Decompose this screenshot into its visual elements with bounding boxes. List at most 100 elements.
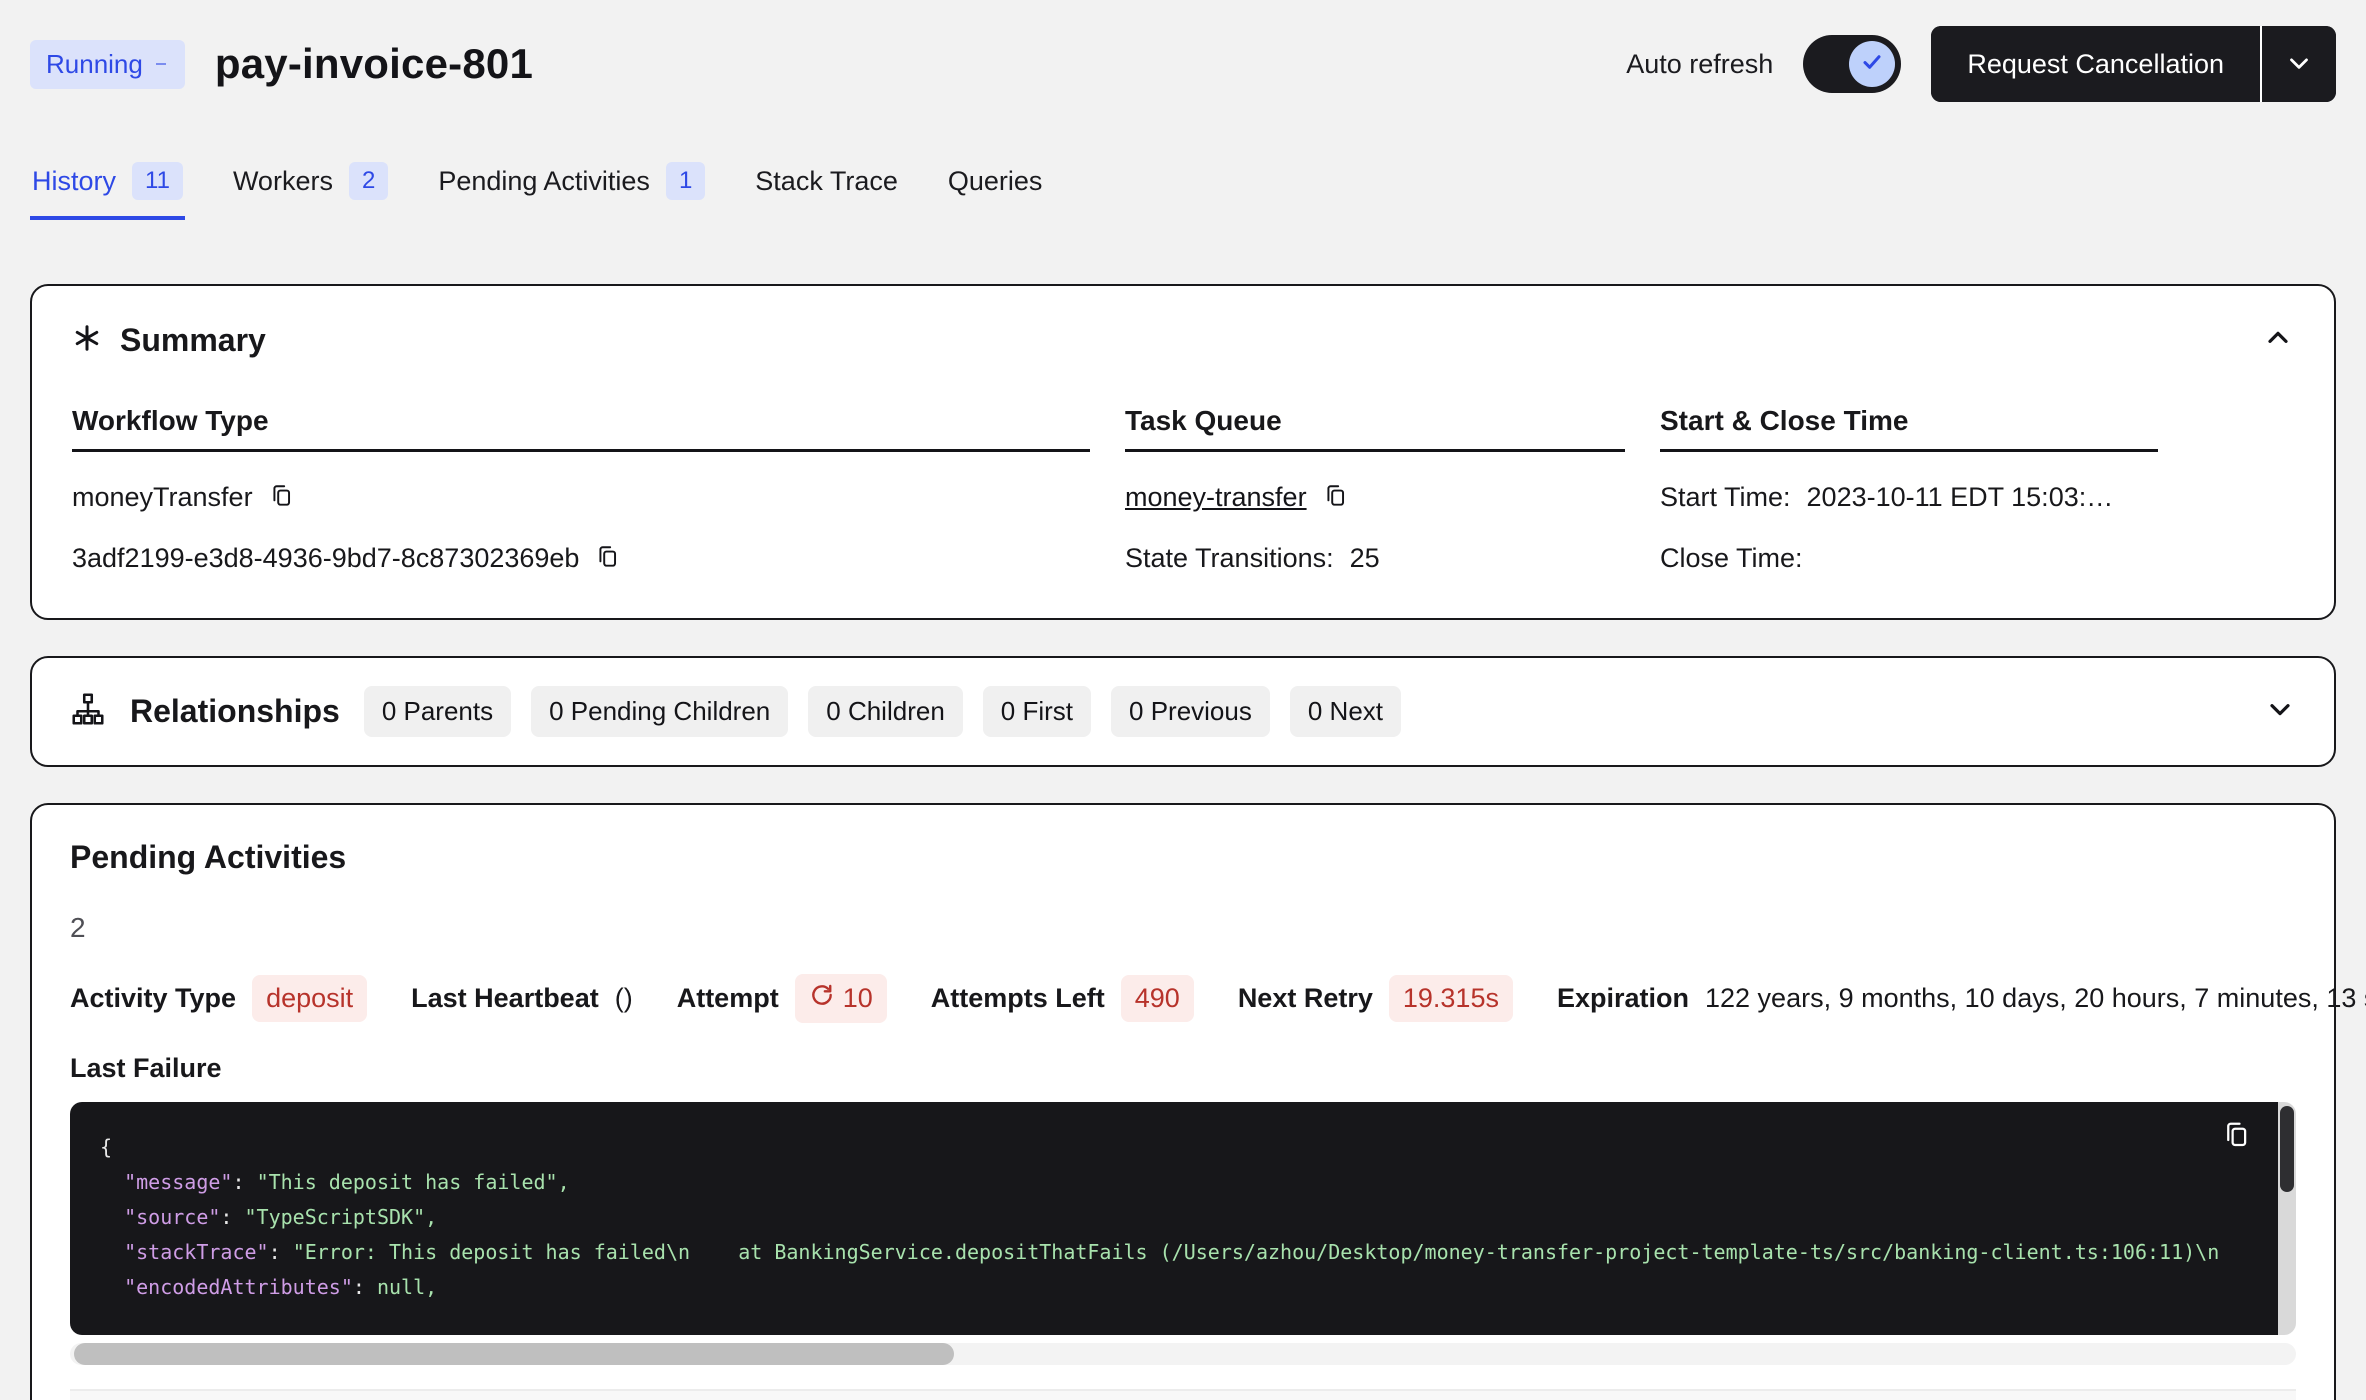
last-failure-code-block: { "message": "This deposit has failed", … (70, 1102, 2278, 1335)
json-value: "TypeScriptSDK", (245, 1205, 438, 1229)
workflow-type-row: moneyTransfer (72, 482, 1090, 513)
expiration-label: Expiration (1557, 983, 1689, 1014)
activity-type-badge: deposit (252, 975, 367, 1022)
pending-activity-fields: Activity Type deposit Last Heartbeat () … (70, 974, 2296, 1023)
copy-icon (2222, 1138, 2252, 1153)
close-time-row: Close Time: (1660, 543, 2158, 574)
status-caret-icon (153, 56, 169, 72)
run-id-row: 3adf2199-e3d8-4936-9bd7-8c87302369eb (72, 543, 1090, 574)
activity-type-label: Activity Type (70, 983, 236, 1014)
start-time-value: 2023-10-11 EDT 15:03:… (1807, 482, 2114, 513)
tab-count-badge: 2 (349, 162, 388, 200)
summary-columns: Workflow Type moneyTransfer 3adf2199-e3d… (72, 405, 2294, 574)
tab-label: Stack Trace (755, 166, 898, 197)
json-key: "encodedAttributes" (124, 1275, 353, 1299)
auto-refresh-label: Auto refresh (1626, 49, 1773, 80)
tab-label: History (32, 166, 116, 197)
json-code: { "message": "This deposit has failed", … (100, 1130, 2248, 1305)
next-retry-field: Next Retry 19.315s (1238, 975, 1513, 1022)
workflow-type-column: Workflow Type moneyTransfer 3adf2199-e3d… (72, 405, 1090, 574)
tab-queries[interactable]: Queries (946, 158, 1045, 220)
pending-children-badge: 0 Pending Children (531, 686, 788, 737)
json-value: "This deposit has failed", (257, 1170, 570, 1194)
request-cancellation-button[interactable]: Request Cancellation (1931, 26, 2260, 102)
summary-title: Summary (120, 322, 266, 359)
expand-relationships-button[interactable] (2264, 693, 2296, 730)
asterisk-icon (72, 323, 102, 358)
run-id-value: 3adf2199-e3d8-4936-9bd7-8c87302369eb (72, 543, 579, 574)
json-key: "message" (124, 1170, 232, 1194)
task-queue-column: Task Queue money-transfer State Transiti… (1125, 405, 1625, 574)
copy-workflow-type-button[interactable] (269, 483, 295, 512)
first-badge: 0 First (983, 686, 1091, 737)
cancellation-menu-button[interactable] (2260, 26, 2336, 102)
workflow-type-header: Workflow Type (72, 405, 1090, 452)
code-vertical-scrollbar-thumb[interactable] (2280, 1106, 2294, 1192)
json-value: null, (377, 1275, 437, 1299)
tab-label: Queries (948, 166, 1043, 197)
tab-count-badge: 11 (132, 162, 183, 200)
parents-badge: 0 Parents (364, 686, 511, 737)
copy-run-id-button[interactable] (595, 544, 621, 573)
summary-header: Summary (72, 322, 2294, 359)
workflow-detail-page: Running pay-invoice-801 Auto refresh Req… (0, 0, 2366, 1400)
check-icon (1858, 48, 1886, 81)
request-cancellation-split-button: Request Cancellation (1931, 26, 2336, 102)
collapse-summary-button[interactable] (2262, 322, 2294, 359)
auto-refresh-toggle[interactable] (1803, 35, 1901, 93)
tab-label: Workers (233, 166, 333, 197)
chevron-up-icon (2262, 322, 2294, 359)
toggle-knob (1849, 41, 1895, 87)
attempt-value: 10 (843, 983, 873, 1014)
expiration-value: 122 years, 9 months, 10 days, 20 hours, … (1705, 983, 2366, 1014)
tab-count-badge: 1 (666, 162, 705, 200)
copy-task-queue-button[interactable] (1323, 483, 1349, 512)
state-transitions-row: State Transitions: 25 (1125, 543, 1625, 574)
start-close-time-header: Start & Close Time (1660, 405, 2158, 452)
last-failure-code-wrap: { "message": "This deposit has failed", … (70, 1102, 2296, 1335)
topbar: Running pay-invoice-801 Auto refresh Req… (30, 26, 2336, 102)
relationships-title: Relationships (130, 693, 340, 730)
state-transitions-value: 25 (1350, 543, 1380, 574)
close-time-label: Close Time: (1660, 543, 1803, 574)
copy-icon (595, 544, 621, 573)
tab-label: Pending Activities (438, 166, 650, 197)
attempts-left-label: Attempts Left (931, 983, 1105, 1014)
previous-badge: 0 Previous (1111, 686, 1270, 737)
last-failure-label: Last Failure (70, 1053, 2296, 1084)
attempt-badge: 10 (795, 974, 887, 1023)
start-time-row: Start Time: 2023-10-11 EDT 15:03:… (1660, 482, 2158, 513)
json-key: "source" (124, 1205, 220, 1229)
workflow-type-value: moneyTransfer (72, 482, 253, 513)
pending-activities-count: 2 (70, 912, 2296, 944)
expiration-field: Expiration 122 years, 9 months, 10 days,… (1557, 983, 2366, 1014)
attempts-left-field: Attempts Left 490 (931, 975, 1194, 1022)
tab-workers[interactable]: Workers 2 (231, 158, 390, 220)
activity-type-field: Activity Type deposit (70, 975, 367, 1022)
attempt-field: Attempt 10 (677, 974, 887, 1023)
last-heartbeat-field: Last Heartbeat () (411, 983, 633, 1014)
attempt-label: Attempt (677, 983, 779, 1014)
json-value: "Error: This deposit has failed\n at Ban… (293, 1240, 2220, 1264)
activities-divider-strip (70, 1389, 2296, 1400)
tab-history[interactable]: History 11 (30, 158, 185, 220)
code-horizontal-scrollbar[interactable] (70, 1343, 2296, 1365)
copy-icon (1323, 483, 1349, 512)
tab-stack-trace[interactable]: Stack Trace (753, 158, 900, 220)
status-label: Running (46, 49, 143, 80)
code-vertical-scrollbar[interactable] (2278, 1102, 2296, 1335)
start-close-time-column: Start & Close Time Start Time: 2023-10-1… (1660, 405, 2158, 574)
workflow-tabs: History 11 Workers 2 Pending Activities … (30, 158, 2336, 220)
next-retry-label: Next Retry (1238, 983, 1373, 1014)
pending-activities-title: Pending Activities (70, 839, 2296, 876)
tab-pending-activities[interactable]: Pending Activities 1 (436, 158, 707, 220)
copy-code-button[interactable] (2222, 1120, 2252, 1153)
copy-icon (269, 483, 295, 512)
children-badge: 0 Children (808, 686, 963, 737)
code-horizontal-scrollbar-thumb[interactable] (74, 1343, 954, 1365)
pending-activities-card: Pending Activities 2 Activity Type depos… (30, 803, 2336, 1400)
task-queue-link[interactable]: money-transfer (1125, 482, 1307, 513)
last-heartbeat-label: Last Heartbeat (411, 983, 599, 1014)
json-key: "stackTrace" (124, 1240, 269, 1264)
last-heartbeat-value: () (615, 983, 633, 1014)
